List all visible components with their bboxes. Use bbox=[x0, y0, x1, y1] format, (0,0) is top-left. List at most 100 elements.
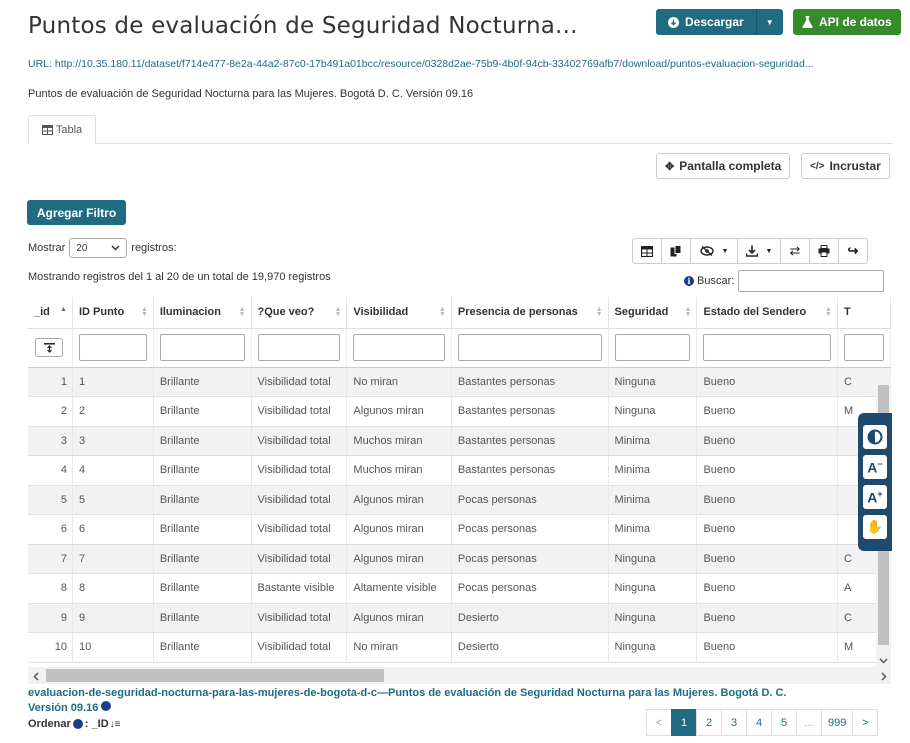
page-prev-button[interactable]: < bbox=[646, 709, 672, 736]
fullscreen-button[interactable]: ✥ Pantalla completa bbox=[656, 153, 791, 179]
api-label: API de datos bbox=[819, 15, 892, 29]
filter-toggle-button[interactable] bbox=[35, 338, 63, 357]
download-button[interactable]: Descargar bbox=[656, 9, 756, 35]
resource-footer-link[interactable]: evaluacion-de-seguridad-nocturna-para-la… bbox=[28, 687, 787, 699]
column-filter-input[interactable] bbox=[614, 334, 691, 361]
table-cell: Desierto bbox=[451, 603, 609, 633]
table-cell: Algunos miran bbox=[346, 514, 452, 545]
sign-language-button[interactable]: ✋ bbox=[863, 515, 887, 539]
info-icon[interactable] bbox=[72, 719, 83, 729]
column-header[interactable]: Presencia de personas ▲ ▼ bbox=[451, 297, 609, 329]
table-row[interactable]: 7 7 Brillante Visibilidad total Algunos mira… bbox=[28, 544, 891, 574]
column-header[interactable]: T bbox=[837, 297, 891, 329]
share-icon: ↪ bbox=[847, 243, 859, 258]
download-label: Descargar bbox=[685, 15, 744, 29]
share-button[interactable]: ↪ bbox=[838, 238, 868, 264]
table-cell: 4 bbox=[28, 455, 73, 486]
column-filter-input[interactable] bbox=[353, 334, 445, 361]
table-cell: Pocas personas bbox=[451, 485, 609, 515]
page-button[interactable]: 2 bbox=[696, 709, 722, 736]
url-link[interactable]: http://10.35.180.11/dataset/f714e477-8e2… bbox=[55, 58, 814, 70]
table-cell: Algunos miran bbox=[346, 544, 452, 574]
table-cell: Brillante bbox=[153, 367, 252, 397]
horizontal-scrollbar[interactable] bbox=[28, 667, 891, 684]
page-button[interactable]: 999 bbox=[821, 709, 854, 736]
refresh-icon: ⇄ bbox=[789, 243, 801, 258]
table-cell: Brillante bbox=[153, 544, 252, 574]
table-info: Mostrando registros del 1 al 20 de un to… bbox=[28, 271, 331, 283]
table-cell: Bueno bbox=[696, 396, 838, 427]
scrollbar-thumb[interactable] bbox=[46, 669, 384, 682]
table-cell: Bueno bbox=[696, 632, 838, 663]
download-dropdown-toggle[interactable]: ▼ bbox=[755, 9, 783, 35]
filter-cell bbox=[346, 328, 452, 368]
table-row[interactable]: 8 8 Brillante Bastante visible Altamente vis… bbox=[28, 573, 891, 604]
page-next-button[interactable]: > bbox=[852, 709, 879, 736]
tab-table[interactable]: Tabla bbox=[28, 115, 96, 144]
column-filter-input[interactable] bbox=[257, 334, 341, 361]
column-filter-input[interactable] bbox=[78, 334, 147, 361]
add-filter-button[interactable]: Agregar Filtro bbox=[27, 200, 126, 225]
table-cell: Bastantes personas bbox=[451, 367, 609, 397]
print-button[interactable] bbox=[809, 238, 839, 264]
table-row[interactable]: 10 10 Brillante Visibilidad total No miran De… bbox=[28, 632, 891, 663]
table-row[interactable]: 6 6 Brillante Visibilidad total Algunos mira… bbox=[28, 514, 891, 545]
table-row[interactable]: 2 2 Brillante Visibilidad total Algunos mira… bbox=[28, 396, 891, 427]
table-cell: Visibilidad total bbox=[251, 603, 348, 633]
column-header[interactable]: ?Que veo? ▲ ▼ bbox=[251, 297, 348, 329]
page-ellipsis: ... bbox=[796, 709, 822, 736]
column-header[interactable]: _id ▲ bbox=[28, 297, 73, 329]
api-data-button[interactable]: API de datos bbox=[793, 9, 901, 35]
table-icon bbox=[41, 124, 53, 135]
table-cell: Visibilidad total bbox=[251, 426, 348, 456]
copy-button[interactable] bbox=[661, 238, 691, 264]
column-filter-input[interactable] bbox=[159, 334, 245, 361]
search-input[interactable] bbox=[738, 270, 885, 292]
filter-cell bbox=[251, 328, 348, 368]
column-header[interactable]: Visibilidad ▲ ▼ bbox=[346, 297, 452, 329]
table-view-button[interactable] bbox=[632, 238, 662, 264]
sort-desc-icon: ↓≡ bbox=[109, 718, 121, 730]
column-header[interactable]: Estado del Sendero ▲ ▼ bbox=[696, 297, 838, 329]
page-button[interactable]: 1 bbox=[671, 709, 697, 736]
table-cell: Brillante bbox=[153, 485, 252, 515]
table-cell: 5 bbox=[28, 485, 73, 515]
column-header[interactable]: Iluminacion ▲ ▼ bbox=[153, 297, 252, 329]
table-row[interactable]: 3 3 Brillante Visibilidad total Muchos miran… bbox=[28, 426, 891, 456]
page-button[interactable]: 3 bbox=[721, 709, 747, 736]
table-cell: Brillante bbox=[153, 603, 252, 633]
column-filter-input[interactable] bbox=[843, 334, 884, 361]
page-button[interactable]: 5 bbox=[771, 709, 797, 736]
sort-icon: ▲ ▼ bbox=[684, 306, 692, 318]
table-cell: Bueno bbox=[696, 485, 838, 515]
column-filter-input[interactable] bbox=[457, 334, 602, 361]
table-cell: 9 bbox=[28, 603, 73, 633]
column-filter-input[interactable] bbox=[703, 334, 831, 361]
column-header[interactable]: ID Punto ▲ ▼ bbox=[72, 297, 154, 329]
page-button[interactable]: 4 bbox=[746, 709, 772, 736]
refresh-button[interactable]: ⇄ bbox=[780, 238, 810, 264]
embed-button[interactable]: </> Incrustar bbox=[801, 153, 890, 179]
export-button[interactable]: ▼ bbox=[737, 238, 781, 264]
sort-icon: ▲ ▼ bbox=[140, 306, 148, 318]
increase-font-button[interactable]: A+ bbox=[863, 485, 887, 509]
table-cell: Desierto bbox=[451, 632, 609, 663]
info-icon[interactable]: i bbox=[684, 276, 694, 286]
resource-url[interactable]: URL: http://10.35.180.11/dataset/f714e47… bbox=[28, 58, 894, 70]
contrast-button[interactable] bbox=[863, 425, 887, 449]
table-row[interactable]: 5 5 Brillante Visibilidad total Algunos mira… bbox=[28, 485, 891, 515]
table-row[interactable]: 1 1 Brillante Visibilidad total No miran Bast… bbox=[28, 367, 891, 397]
table-cell: Bueno bbox=[696, 426, 838, 456]
chevron-left-icon[interactable] bbox=[33, 672, 39, 681]
decrease-font-button[interactable]: A− bbox=[863, 455, 887, 479]
table-cell: Bastantes personas bbox=[451, 455, 609, 486]
info-icon[interactable] bbox=[101, 701, 112, 711]
page-size-select[interactable]: 20 bbox=[69, 238, 128, 258]
chevron-down-icon[interactable] bbox=[879, 658, 888, 664]
table-row[interactable]: 9 9 Brillante Visibilidad total Algunos mira… bbox=[28, 603, 891, 633]
column-visibility-button[interactable]: ▼ bbox=[690, 238, 738, 264]
column-filter-row bbox=[28, 328, 891, 368]
table-row[interactable]: 4 4 Brillante Visibilidad total Muchos miran… bbox=[28, 455, 891, 486]
chevron-right-icon[interactable] bbox=[881, 672, 887, 681]
column-header[interactable]: Seguridad ▲ ▼ bbox=[608, 297, 698, 329]
